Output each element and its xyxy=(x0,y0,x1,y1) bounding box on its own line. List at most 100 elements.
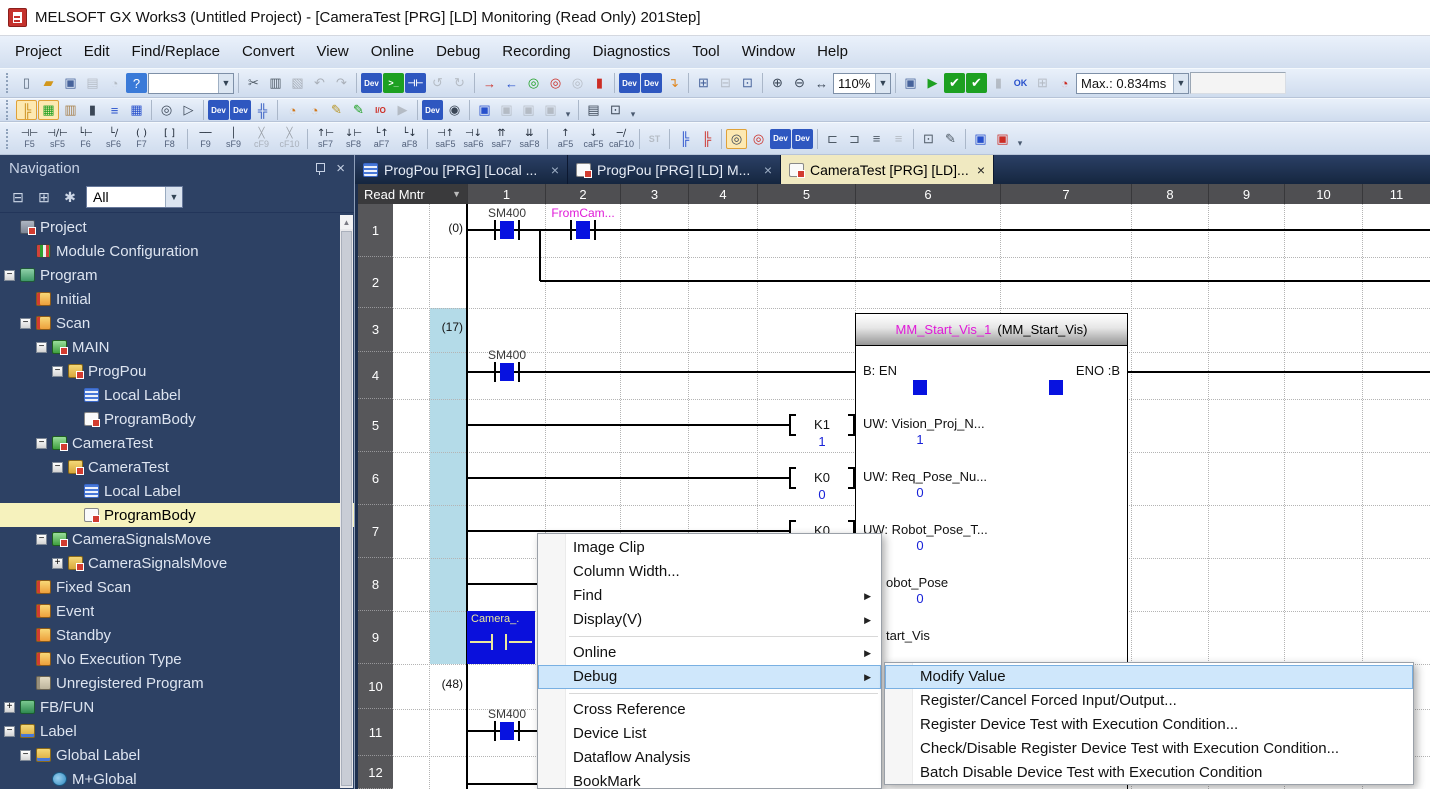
device-monitor-icon[interactable]: ⊣⊢ xyxy=(405,73,426,93)
row-header-1[interactable]: 1 xyxy=(358,204,393,257)
tab-close-icon[interactable]: × xyxy=(551,162,559,178)
window-capture-icon[interactable]: ▣ xyxy=(900,73,921,93)
zoom-combo[interactable]: 110%▼ xyxy=(833,73,891,94)
scrollbar-up-icon[interactable]: ▲ xyxy=(340,215,353,229)
column-header-7[interactable]: 7 xyxy=(1000,184,1131,204)
tree-item-no-execution-type[interactable]: No Execution Type xyxy=(0,647,354,671)
exec-monitor-icon[interactable]: >_ xyxy=(383,73,404,93)
debug-submenu-item-check-disable-register-device-test-with-execution-condition[interactable]: Check/Disable Register Device Test with … xyxy=(885,737,1413,761)
tree-item-global-label[interactable]: −Global Label xyxy=(0,743,354,767)
zoom-out-icon[interactable]: ⊖ xyxy=(789,73,810,93)
tree-item-initial[interactable]: Initial xyxy=(0,287,354,311)
window-2-icon[interactable]: ▣ xyxy=(518,100,539,120)
outline-1-icon[interactable]: ▤ xyxy=(583,100,604,120)
menu-view[interactable]: View xyxy=(305,36,359,68)
copy-icon[interactable]: ▥ xyxy=(265,73,286,93)
watch-2-icon[interactable]: ◔ xyxy=(304,100,325,120)
rising-np-branch-button[interactable]: ⇈saF7 xyxy=(488,124,515,153)
chevron-down-icon[interactable]: ▼ xyxy=(452,189,461,199)
pin-icon[interactable] xyxy=(315,163,324,175)
rising-np-contact-button[interactable]: ⊣↑saF5 xyxy=(432,124,459,153)
memory-icon[interactable]: ▮ xyxy=(82,100,103,120)
print-icon[interactable]: ▤ xyxy=(82,73,103,93)
device-find-3-icon[interactable]: Dev xyxy=(792,129,813,149)
column-header-9[interactable]: 9 xyxy=(1208,184,1284,204)
tab-progpou-prg-ld-m[interactable]: ProgPou [PRG] [LD] M...× xyxy=(568,155,781,184)
delete-h-line-button[interactable]: ╳cF9 xyxy=(248,124,275,153)
rising-branch-button[interactable]: └↑aF7 xyxy=(368,124,395,153)
contact-symbol[interactable] xyxy=(518,220,520,240)
fb-gray-icon[interactable]: ⊞ xyxy=(1032,73,1053,93)
project-data-combo[interactable]: ▼ xyxy=(148,73,234,94)
convert-check-2-icon[interactable]: ✔ xyxy=(966,73,987,93)
scan-time-combo[interactable]: Max.: 0.834ms▼ xyxy=(1076,73,1189,94)
debug-submenu-item-batch-disable-device-test-with-execution-condition[interactable]: Batch Disable Device Test with Execution… xyxy=(885,761,1413,785)
run-gray-icon[interactable]: ▶ xyxy=(392,100,413,120)
tree-expand-icon[interactable]: ⊞ xyxy=(33,186,55,208)
device-find-2-icon[interactable]: Dev xyxy=(770,129,791,149)
tree-minus-expander[interactable]: − xyxy=(52,462,63,473)
tab-progpou-prg-local[interactable]: ProgPou [PRG] [Local ...× xyxy=(355,155,568,184)
ok-arrow-icon[interactable]: OK xyxy=(1010,73,1031,93)
row-header-11[interactable]: 11 xyxy=(358,709,393,756)
toolbar-grip[interactable] xyxy=(6,100,12,120)
online-change-icon[interactable]: ⊡ xyxy=(737,73,758,93)
context-menu-item-bookmark[interactable]: BookMark xyxy=(538,770,881,789)
device-display-icon[interactable]: Dev xyxy=(208,100,229,120)
tree-item-progpou[interactable]: −ProgPou xyxy=(0,359,354,383)
tree-item-programbody[interactable]: ProgramBody xyxy=(0,503,354,527)
label-editor-icon[interactable]: ✎ xyxy=(326,100,347,120)
falling-np-contact-button[interactable]: ⊣↓saF6 xyxy=(460,124,487,153)
comment-redo-icon[interactable]: ↻ xyxy=(449,73,470,93)
delete-v-line-button[interactable]: ╳cF10 xyxy=(276,124,303,153)
chevron-down-icon[interactable]: ▼ xyxy=(165,187,182,207)
tree-minus-expander[interactable]: − xyxy=(20,750,31,761)
closed-contact-button[interactable]: ⊣∕⊢sF5 xyxy=(44,124,71,153)
device-batch-icon[interactable]: Dev xyxy=(230,100,251,120)
insert-row-icon[interactable]: ╠ xyxy=(674,129,695,149)
tree-filter-combo[interactable]: All ▼ xyxy=(86,186,183,208)
menu-tool[interactable]: Tool xyxy=(681,36,731,68)
tree-collapse-icon[interactable]: ⊟ xyxy=(7,186,29,208)
program-check-icon[interactable]: ✎ xyxy=(348,100,369,120)
context-menu-item-find[interactable]: Find▶ xyxy=(538,584,881,608)
context-menu-item-image-clip[interactable]: Image Clip xyxy=(538,536,881,560)
column-header-2[interactable]: 2 xyxy=(545,184,620,204)
column-header-4[interactable]: 4 xyxy=(688,184,757,204)
menu-help[interactable]: Help xyxy=(806,36,859,68)
menu-debug[interactable]: Debug xyxy=(425,36,491,68)
watch-1-icon[interactable]: ◔ xyxy=(282,100,303,120)
invert-result-button[interactable]: ─∕caF10 xyxy=(608,124,635,153)
contact-symbol[interactable] xyxy=(494,220,496,240)
toolbar-overflow-caret-icon[interactable]: ▾ xyxy=(1014,129,1026,149)
context-menu-item-column-width[interactable]: Column Width... xyxy=(538,560,881,584)
row-header-6[interactable]: 6 xyxy=(358,452,393,505)
comment-undo-icon[interactable]: ↺ xyxy=(427,73,448,93)
io-check-icon[interactable]: I/O xyxy=(370,100,391,120)
tree-item-unregistered-program[interactable]: Unregistered Program xyxy=(0,671,354,695)
debug-submenu-item-modify-value[interactable]: Modify Value xyxy=(885,665,1413,689)
tree-minus-expander[interactable]: − xyxy=(36,342,47,353)
menu-project[interactable]: Project xyxy=(4,36,73,68)
tree-item-m-global[interactable]: M+Global xyxy=(0,767,354,789)
monitor-stop-icon[interactable]: ▮ xyxy=(589,73,610,93)
inline-st-icon[interactable]: ST xyxy=(644,129,665,149)
column-header-1[interactable]: 1 xyxy=(467,184,545,204)
tree-item-program[interactable]: −Program xyxy=(0,263,354,287)
window-monitor-icon[interactable]: ▣ xyxy=(474,100,495,120)
row-header-8[interactable]: 8 xyxy=(358,558,393,611)
window-1-icon[interactable]: ▣ xyxy=(496,100,517,120)
tree-item-camerasignalsmove[interactable]: +CameraSignalsMove xyxy=(0,551,354,575)
edit-check-icon[interactable]: ⊡ xyxy=(918,129,939,149)
tree-item-cameratest[interactable]: −CameraTest xyxy=(0,455,354,479)
menu-online[interactable]: Online xyxy=(360,36,425,68)
zoom-in-icon[interactable]: ⊕ xyxy=(767,73,788,93)
navigation-scrollbar[interactable]: ▲ xyxy=(340,215,353,788)
selected-contact-camera[interactable]: Camera_. xyxy=(467,611,535,664)
tree-minus-expander[interactable]: − xyxy=(4,726,15,737)
pulse-down-button[interactable]: ↓caF5 xyxy=(580,124,607,153)
help-icon[interactable]: ? xyxy=(126,73,147,93)
row-header-3[interactable]: 3 xyxy=(358,308,393,352)
toolbar-overflow-caret-icon[interactable]: ▾ xyxy=(562,100,574,120)
v-line-button[interactable]: │sF9 xyxy=(220,124,247,153)
